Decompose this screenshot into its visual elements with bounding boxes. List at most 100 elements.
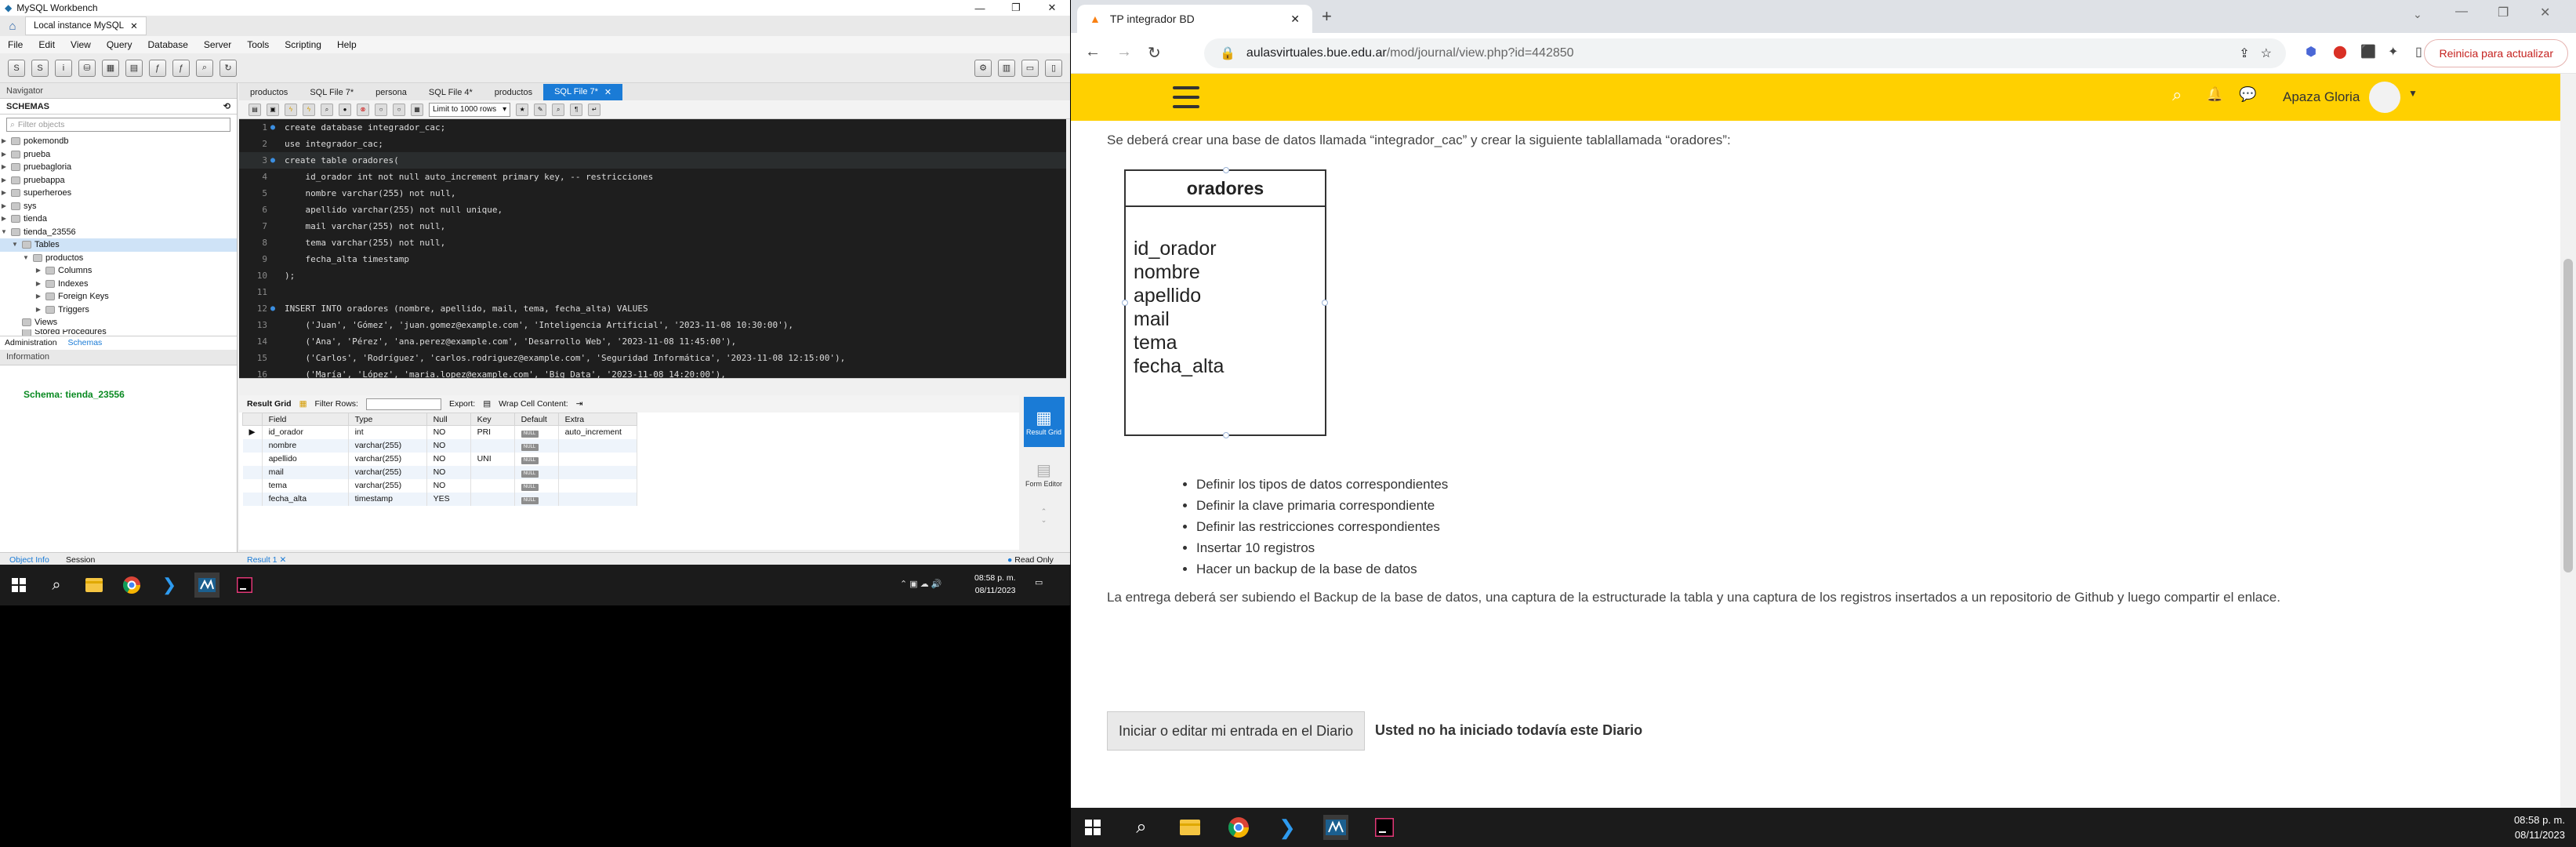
table-cell[interactable] bbox=[558, 478, 637, 493]
open-sql-icon[interactable]: S bbox=[31, 59, 49, 77]
tab-productos[interactable]: productos bbox=[239, 85, 299, 100]
menu-help[interactable]: Help bbox=[337, 39, 357, 50]
execute-icon[interactable]: ϟ bbox=[285, 103, 297, 116]
system-tray-icons[interactable]: ⌃ ▣ ☁ 🔊 bbox=[900, 579, 942, 589]
wrap-icon[interactable]: ⇥ bbox=[576, 399, 583, 409]
tree-tables[interactable]: ▼ Tables bbox=[0, 238, 237, 252]
table-cell[interactable]: NULL bbox=[514, 452, 559, 466]
filter-objects-input[interactable]: ⌕ Filter objects bbox=[6, 118, 230, 132]
user-avatar[interactable] bbox=[2369, 82, 2400, 113]
tab-local-instance[interactable]: Local instance MySQL ✕ bbox=[25, 16, 147, 35]
bookmark-star-icon[interactable]: ☆ bbox=[2261, 45, 2272, 61]
address-bar[interactable]: 🔒 aulasvirtuales.bue.edu.ar/mod/journal/… bbox=[1204, 38, 2286, 68]
code-line[interactable]: 10); bbox=[239, 267, 1066, 284]
table-cell[interactable] bbox=[470, 478, 515, 493]
search-table-icon[interactable]: ⌕ bbox=[196, 59, 213, 77]
sql-editor[interactable]: 1 ● create database integrador_cac; 2 use in… bbox=[239, 119, 1066, 378]
table-cell[interactable]: varchar(255) bbox=[348, 452, 427, 466]
close-tab-icon[interactable]: ✕ bbox=[130, 20, 138, 31]
schema-item[interactable]: ▶ tienda bbox=[0, 213, 237, 226]
lock-icon[interactable]: 🔒 bbox=[1220, 45, 1235, 61]
table-cell[interactable]: tema bbox=[262, 478, 349, 493]
intellij-icon[interactable] bbox=[232, 573, 257, 598]
menu-query[interactable]: Query bbox=[107, 39, 132, 50]
forward-icon[interactable]: → bbox=[1116, 43, 1132, 61]
commit-icon[interactable]: ○ bbox=[375, 103, 387, 116]
back-icon[interactable]: ← bbox=[1085, 43, 1101, 61]
table-cell[interactable]: NULL bbox=[514, 478, 559, 493]
result-grid-button[interactable]: ▦ Result Grid bbox=[1023, 397, 1065, 447]
layout-toggle-icon[interactable]: ▯ bbox=[1045, 59, 1062, 77]
taskbar-clock[interactable]: 08:58 p. m. 08/11/2023 bbox=[974, 572, 1016, 597]
tab-persona[interactable]: persona bbox=[365, 85, 418, 100]
vscode-icon[interactable]: ❯ bbox=[1275, 815, 1300, 840]
beautify-icon[interactable]: ★ bbox=[516, 103, 529, 116]
schema-item[interactable]: ▶ prueba bbox=[0, 148, 237, 162]
reload-icon[interactable]: ↻ bbox=[1148, 43, 1161, 63]
wrap-icon[interactable]: ↵ bbox=[588, 103, 601, 116]
table-cell[interactable]: id_orador bbox=[262, 425, 349, 439]
close-icon[interactable]: ✕ bbox=[1034, 0, 1070, 16]
tree-stored-procedures[interactable]: Stored Procedures bbox=[0, 329, 237, 336]
table-cell[interactable]: timestamp bbox=[348, 492, 427, 506]
table-cell[interactable]: YES bbox=[426, 492, 471, 506]
chrome-icon[interactable] bbox=[1226, 815, 1251, 840]
explain-icon[interactable]: ⌕ bbox=[321, 103, 333, 116]
extension-icon[interactable]: ⬛ bbox=[2360, 44, 2376, 60]
save-icon[interactable]: ▣ bbox=[267, 103, 279, 116]
code-line[interactable]: 13 ('Juan', 'Gómez', 'juan.gomez@example… bbox=[239, 317, 1066, 333]
schema-item[interactable]: ▶ pruebappa bbox=[0, 174, 237, 187]
share-icon[interactable]: ⇪ bbox=[2239, 45, 2249, 61]
schema-item[interactable]: ▶ pruebagloria bbox=[0, 161, 237, 174]
code-line[interactable]: 1 ● create database integrador_cac; bbox=[239, 119, 1066, 136]
page-scrollbar[interactable] bbox=[2560, 74, 2576, 808]
minimize-icon[interactable]: — bbox=[962, 0, 998, 16]
create-function-icon[interactable]: ƒ bbox=[172, 59, 190, 77]
table-cell[interactable]: apellido bbox=[262, 452, 349, 466]
tree-foreign-keys[interactable]: ▶ Foreign Keys bbox=[0, 290, 237, 304]
editor-scrollbar[interactable] bbox=[239, 378, 1066, 389]
grid-icon[interactable]: ▦ bbox=[299, 399, 307, 409]
result-grid[interactable]: Field Type Null Key Default Extra ▶ id_or… bbox=[239, 413, 1019, 550]
create-view-icon[interactable]: ▤ bbox=[125, 59, 143, 77]
tab-sql-file-4[interactable]: SQL File 4* bbox=[418, 85, 484, 100]
code-line[interactable]: 15 ('Carlos', 'Rodríguez', 'carlos.rodri… bbox=[239, 350, 1066, 366]
mysql-workbench-icon[interactable] bbox=[1323, 815, 1348, 840]
maximize-icon[interactable]: ❐ bbox=[2498, 5, 2509, 20]
mysql-workbench-icon[interactable] bbox=[194, 573, 220, 598]
new-sql-tab-icon[interactable]: S bbox=[8, 59, 25, 77]
error-icon[interactable]: ⊗ bbox=[357, 103, 369, 116]
table-cell[interactable]: NULL bbox=[514, 492, 559, 506]
schema-item-active[interactable]: ▼ tienda_23556 bbox=[0, 226, 237, 239]
code-line[interactable]: 6 apellido varchar(255) not null unique, bbox=[239, 202, 1066, 218]
file-explorer-icon[interactable] bbox=[1177, 815, 1203, 840]
new-tab-icon[interactable]: + bbox=[1322, 6, 1332, 27]
table-cell[interactable]: auto_increment bbox=[558, 425, 637, 439]
close-icon[interactable]: ✕ bbox=[2540, 5, 2550, 20]
messages-icon[interactable]: 💬 bbox=[2239, 86, 2256, 103]
tree-views[interactable]: Views bbox=[0, 316, 237, 329]
table-row[interactable]: apellido varchar(255) NO UNI NULL bbox=[242, 452, 637, 466]
schema-item[interactable]: ▶ superheroes bbox=[0, 187, 237, 200]
table-cell[interactable] bbox=[558, 452, 637, 466]
menu-database[interactable]: Database bbox=[148, 39, 188, 50]
tree-triggers[interactable]: ▶ Triggers bbox=[0, 304, 237, 317]
minimize-icon[interactable]: — bbox=[2455, 5, 2468, 19]
create-schema-icon[interactable]: ⛁ bbox=[78, 59, 96, 77]
chrome-icon[interactable] bbox=[119, 573, 144, 598]
table-cell[interactable]: NULL bbox=[514, 465, 559, 479]
translate-extension-icon[interactable]: ⬢ bbox=[2306, 44, 2317, 60]
table-cell[interactable]: UNI bbox=[470, 452, 515, 466]
notification-icon[interactable]: ▭ bbox=[1035, 577, 1043, 587]
reconnect-icon[interactable]: ↻ bbox=[220, 59, 237, 77]
autocommit-icon[interactable]: ▦ bbox=[411, 103, 423, 116]
code-line[interactable]: 11 bbox=[239, 284, 1066, 300]
code-line[interactable]: 3 ● create table oradores( bbox=[239, 152, 1066, 169]
tree-indexes[interactable]: ▶ Indexes bbox=[0, 278, 237, 291]
code-line[interactable]: 16 ('María', 'López', 'maria.lopez@examp… bbox=[239, 366, 1066, 378]
extensions-puzzle-icon[interactable]: ✦ bbox=[2388, 44, 2398, 60]
file-explorer-icon[interactable] bbox=[82, 573, 107, 598]
tree-columns[interactable]: ▶ Columns bbox=[0, 264, 237, 278]
menu-view[interactable]: View bbox=[71, 39, 91, 50]
table-row[interactable]: fecha_alta timestamp YES NULL bbox=[242, 492, 637, 506]
